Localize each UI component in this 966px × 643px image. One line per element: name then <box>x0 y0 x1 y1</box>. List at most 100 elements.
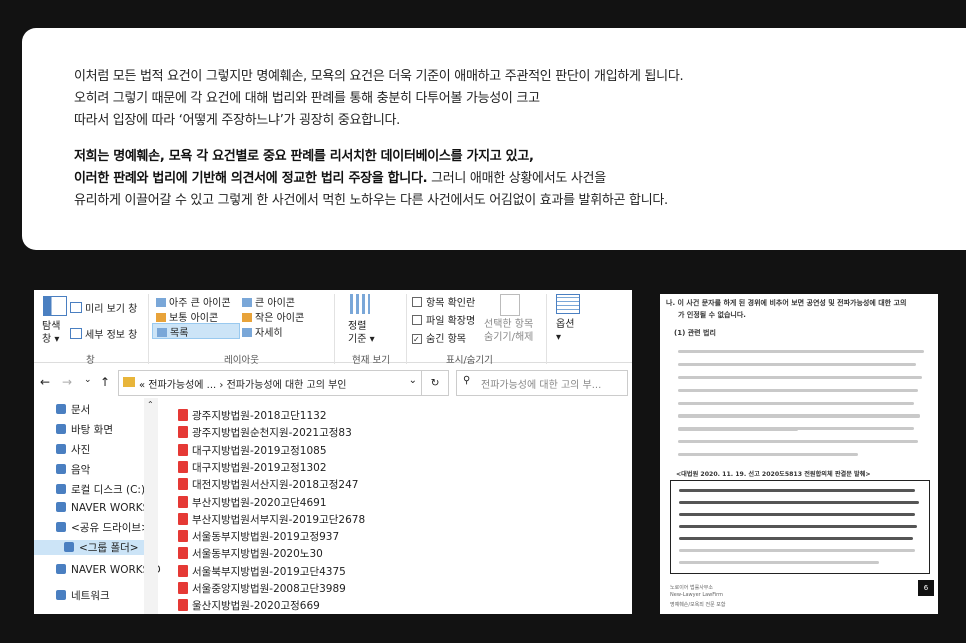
intro-paragraph-1: 이처럼 모든 법적 요건이 그렇지만 명예훼손, 모욕의 요건은 더욱 기준이 … <box>74 66 684 132</box>
file-list-item[interactable]: 대전지방법원서산지원-2018고정247 <box>178 477 358 492</box>
shared-drive-icon <box>56 522 66 532</box>
intro-line: 따라서 입장에 따라 ‘어떻게 주장하느냐’가 굉장히 중요합니다. <box>74 113 400 128</box>
hidden-items-toggle[interactable]: 숨긴 항목 <box>412 330 466 345</box>
group-label-show-hide: 표시/숨기기 <box>446 355 493 366</box>
medium-icons-option[interactable]: 보통 아이콘 <box>156 309 218 324</box>
large-icons-icon <box>242 298 252 307</box>
ribbon-separator <box>406 294 407 364</box>
doc-footer: 노로이어 법률사무소 New-Lawyer LawFirm 명예훼손/모욕죄 전… <box>660 580 938 614</box>
sort-icon <box>350 294 370 314</box>
medium-icons-icon <box>156 313 166 322</box>
recent-locations-icon[interactable]: ⌄ <box>84 375 92 385</box>
nav-item-label: 음악 <box>71 464 91 476</box>
intro-line: 그러니 애매한 상황에서도 사건을 <box>427 171 606 186</box>
blurred-text-line <box>678 427 914 430</box>
doc-quote-box <box>670 480 930 574</box>
search-placeholder: 전파가능성에 대한 고의 부... <box>481 380 602 391</box>
pdf-file-icon <box>178 443 188 456</box>
back-arrow-icon[interactable]: ← <box>40 375 50 389</box>
forward-arrow-icon[interactable]: → <box>62 375 72 389</box>
nav-item[interactable]: 바탕 화면 <box>56 422 113 437</box>
nav-item-label: 문서 <box>71 404 91 416</box>
network-icon <box>56 590 66 600</box>
file-name: 서울북부지방법원-2019고단4375 <box>192 565 346 578</box>
file-list-item[interactable]: 부산지방법원서부지원-2019고단2678 <box>178 512 365 527</box>
item-checkbox-toggle[interactable]: 항목 확인란 <box>412 294 475 309</box>
checkbox-checked-icon <box>412 334 422 344</box>
pdf-file-icon <box>178 547 188 560</box>
nav-item-label: NAVER WORKS <box>71 502 150 514</box>
nav-pane-button[interactable]: 탐색 창 ▾ <box>40 296 70 348</box>
details-pane-button[interactable]: 세부 정보 창 <box>70 326 137 341</box>
option-label: 아주 큰 아이콘 <box>169 298 231 309</box>
address-dropdown-icon[interactable]: ⌄ <box>409 375 417 386</box>
picture-icon <box>56 444 66 454</box>
large-icons-option[interactable]: 큰 아이콘 <box>242 294 295 309</box>
small-icons-option[interactable]: 작은 아이콘 <box>242 309 304 324</box>
nav-item[interactable]: <그룹 폴더> <box>34 540 144 555</box>
nav-scrollbar[interactable]: ⌃ <box>144 398 158 614</box>
preview-pane-label: 미리 보기 창 <box>85 304 138 315</box>
file-list-item[interactable]: 서울동부지방법원-2019고정937 <box>178 529 339 544</box>
nav-item[interactable]: <공유 드라이브> <box>56 520 150 535</box>
doc-case-title: <대법원 2020. 11. 19. 선고 2020도5813 전원합의체 판결… <box>676 471 871 478</box>
sort-by-label: 정렬 기준 ▾ <box>348 321 375 345</box>
music-icon <box>56 464 66 474</box>
file-list-item[interactable]: 광주지방법원순천지원-2021고정83 <box>178 425 352 440</box>
blurred-text-line <box>678 389 918 392</box>
nav-item[interactable]: 사진 <box>56 442 90 457</box>
checkbox-icon <box>412 315 422 325</box>
file-list-item[interactable]: 대구지방법원-2019고정1085 <box>178 443 327 458</box>
group-label-pane: 창 <box>86 355 95 366</box>
nav-item[interactable]: 로컬 디스크 (C:) <box>56 482 145 497</box>
file-name: 대구지방법원-2019고정1085 <box>192 444 327 457</box>
pdf-file-icon <box>178 409 188 421</box>
file-list-item[interactable]: 서울북부지방법원-2019고단4375 <box>178 564 346 579</box>
file-name: 울산지방법원-2020고정669 <box>192 600 320 613</box>
group-folder-icon <box>64 542 74 552</box>
toggle-label: 항목 확인란 <box>426 298 476 309</box>
extra-large-icons-icon <box>156 298 166 307</box>
nav-item[interactable]: 음악 <box>56 462 90 477</box>
sort-by-button[interactable]: 정렬 기준 ▾ <box>342 294 386 348</box>
file-list-item[interactable]: 대구지방법원-2019고정1302 <box>178 460 327 475</box>
nav-item-label: 바탕 화면 <box>71 424 113 436</box>
file-extension-toggle[interactable]: 파일 확장명 <box>412 312 475 327</box>
file-name: 부산지방법원-2020고단4691 <box>192 496 327 509</box>
blurred-text-line <box>679 513 915 516</box>
group-label-layout: 레이아웃 <box>224 355 259 366</box>
disk-icon <box>56 484 66 494</box>
ribbon-separator <box>334 294 335 364</box>
file-list-item[interactable]: 광주지방법원-2018고단1132 <box>178 408 327 423</box>
file-list-item[interactable]: 서울동부지방법원-2020노30 <box>178 546 323 561</box>
nav-item[interactable]: 네트워크 <box>56 588 110 603</box>
doc-page-number: 6 <box>918 580 934 596</box>
ribbon-separator <box>546 294 547 364</box>
details-view-option[interactable]: 자세히 <box>242 324 283 339</box>
nav-pane-icon <box>43 296 67 316</box>
list-view-option[interactable]: 목록 <box>152 323 240 339</box>
search-input[interactable]: ⚲ 전파가능성에 대한 고의 부... <box>456 370 628 396</box>
hide-selected-button[interactable]: 선택한 항목 숨기기/해제 <box>484 294 542 348</box>
file-list-item[interactable]: 부산지방법원-2020고단4691 <box>178 495 327 510</box>
search-icon: ⚲ <box>463 375 471 386</box>
extra-large-icons-option[interactable]: 아주 큰 아이콘 <box>156 294 231 309</box>
blurred-text-line <box>678 414 920 417</box>
blurred-text-line <box>678 402 914 405</box>
preview-pane-button[interactable]: 미리 보기 창 <box>70 300 137 315</box>
ribbon-separator <box>148 294 149 364</box>
file-list-item[interactable]: 울산지방법원-2020고정669 <box>178 598 320 613</box>
small-icons-icon <box>242 313 252 322</box>
up-arrow-icon[interactable]: ↑ <box>100 375 110 389</box>
pdf-file-icon <box>178 512 188 525</box>
details-view-icon <box>242 328 252 337</box>
nav-item[interactable]: 문서 <box>56 402 90 417</box>
nav-item[interactable]: NAVER WORKS <box>56 502 149 514</box>
blurred-text-line <box>678 440 918 443</box>
refresh-button[interactable]: ↻ <box>422 370 449 396</box>
file-list-item[interactable]: 서울중앙지방법원-2008고단3989 <box>178 581 346 596</box>
address-path-input[interactable]: « 전파가능성에 ... › 전파가능성에 대한 고의 부인 ⌄ <box>118 370 422 396</box>
details-pane-label: 세부 정보 창 <box>85 330 138 341</box>
options-button[interactable]: 옵션 ▾ <box>552 294 586 348</box>
intro-paragraph-2: 저희는 명예훼손, 모욕 각 요건별로 중요 판례를 리서치한 데이터베이스를 … <box>74 146 668 212</box>
